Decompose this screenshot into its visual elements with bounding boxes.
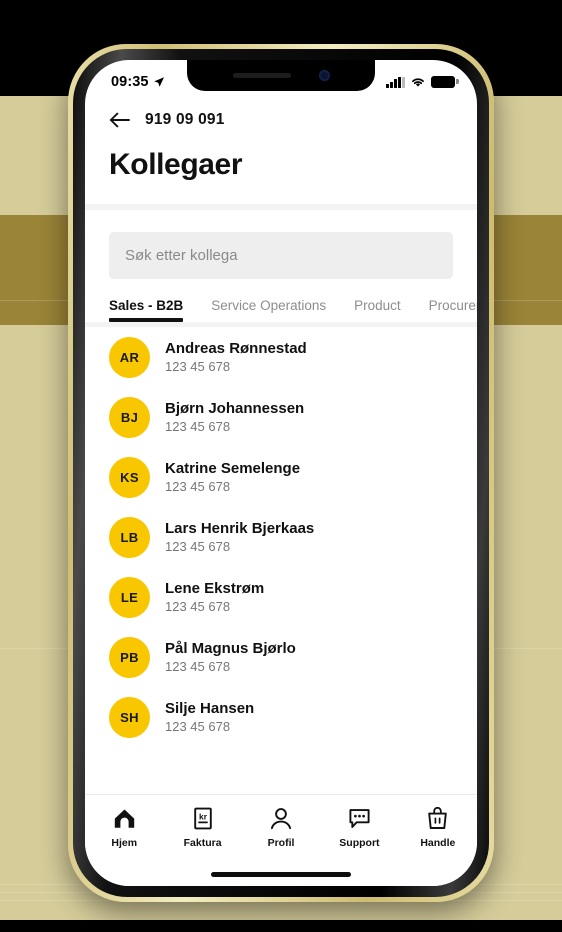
invoice-kr-icon: kr — [193, 807, 213, 830]
list-item-text: Katrine Semelenge 123 45 678 — [165, 460, 300, 494]
svg-text:kr: kr — [199, 811, 208, 821]
wifi-icon — [412, 78, 424, 87]
category-tabs[interactable]: Sales - B2B Service Operations Product P… — [85, 298, 477, 322]
colleague-name: Lene Ekstrøm — [165, 580, 265, 597]
nav-label: Profil — [267, 837, 295, 849]
avatar: KS — [109, 456, 150, 498]
shopping-basket-icon — [427, 807, 448, 830]
colleague-name: Lars Henrik Bjerkaas — [165, 520, 315, 537]
chat-bubble-icon — [348, 807, 371, 830]
nav-label: Faktura — [183, 837, 222, 849]
avatar: PB — [109, 636, 150, 678]
avatar: LB — [109, 516, 150, 558]
colleague-phone: 123 45 678 — [165, 659, 231, 674]
nav-item-hjem[interactable]: Hjem — [85, 807, 163, 849]
colleague-phone: 123 45 678 — [165, 359, 231, 374]
status-bar-time: 09:35 — [111, 74, 149, 90]
nav-item-support[interactable]: Support — [320, 807, 398, 849]
search-container — [85, 210, 477, 279]
backdrop-black-band-bottom — [0, 920, 562, 932]
battery-full-icon — [431, 76, 459, 88]
tab-procurement[interactable]: Procurement — [429, 298, 477, 322]
tab-service-operations[interactable]: Service Operations — [211, 298, 326, 322]
front-camera-icon — [318, 70, 330, 81]
home-indicator[interactable] — [211, 872, 351, 877]
cellular-signal-icon — [386, 76, 405, 88]
nav-label: Hjem — [111, 837, 138, 849]
avatar: SH — [109, 696, 150, 738]
colleague-phone: 123 45 678 — [165, 719, 231, 734]
list-item-text: Lars Henrik Bjerkaas 123 45 678 — [165, 520, 314, 554]
colleague-phone: 123 45 678 — [165, 419, 231, 434]
device-notch — [187, 60, 375, 91]
list-item[interactable]: SH Silje Hansen 123 45 678 — [109, 687, 453, 747]
tab-product[interactable]: Product — [354, 298, 401, 322]
home-icon — [113, 807, 136, 830]
list-item[interactable]: LB Lars Henrik Bjerkaas 123 45 678 — [109, 507, 453, 567]
nav-item-profil[interactable]: Profil — [242, 807, 320, 849]
phone-device-frame: 09:35 919 09 091 Kollegaer Søk etter kol… — [68, 44, 494, 902]
search-input[interactable] — [109, 232, 453, 279]
back-arrow-icon[interactable] — [109, 112, 131, 128]
list-item-text: Pål Magnus Bjørlo 123 45 678 — [165, 640, 296, 674]
list-item[interactable]: KS Katrine Semelenge 123 45 678 — [109, 447, 453, 507]
tab-sales-b2b[interactable]: Sales - B2B — [109, 298, 184, 322]
colleague-list: AR Andreas Rønnestad 123 45 678 BJ Bjørn… — [85, 327, 477, 747]
list-item-text: Lene Ekstrøm 123 45 678 — [165, 580, 264, 614]
colleague-name: Andreas Rønnestad — [165, 340, 307, 357]
list-item-text: Andreas Rønnestad 123 45 678 — [165, 340, 307, 374]
list-item[interactable]: PB Pål Magnus Bjørlo 123 45 678 — [109, 627, 453, 687]
phone-screen: 09:35 919 09 091 Kollegaer Søk etter kol… — [85, 60, 477, 886]
avatar: BJ — [109, 396, 150, 438]
nav-label: Support — [339, 837, 380, 849]
colleague-phone: 123 45 678 — [165, 539, 231, 554]
nav-item-handle[interactable]: Handle — [399, 807, 477, 849]
backdrop: 09:35 919 09 091 Kollegaer Søk etter kol… — [0, 0, 562, 932]
avatar: LE — [109, 576, 150, 618]
list-item[interactable]: AR Andreas Rønnestad 123 45 678 — [109, 327, 453, 387]
location-arrow-icon — [153, 77, 164, 87]
list-item-text: Bjørn Johannessen 123 45 678 — [165, 400, 304, 434]
nav-item-faktura[interactable]: kr Faktura — [163, 807, 241, 849]
list-item[interactable]: BJ Bjørn Johannessen 123 45 678 — [109, 387, 453, 447]
colleague-phone: 123 45 678 — [165, 479, 231, 494]
colleague-name: Katrine Semelenge — [165, 460, 301, 477]
avatar: AR — [109, 336, 150, 378]
colleague-name: Silje Hansen — [165, 700, 255, 717]
colleague-name: Bjørn Johannessen — [165, 400, 305, 417]
earpiece-speaker-icon — [232, 73, 291, 78]
list-item-text: Silje Hansen 123 45 678 — [165, 700, 254, 734]
nav-title: 919 09 091 — [145, 111, 225, 128]
colleague-phone: 123 45 678 — [165, 599, 231, 614]
page-title: Kollegaer — [109, 148, 243, 181]
colleague-name: Pål Magnus Bjørlo — [165, 640, 296, 657]
category-tabs-container: Sales - B2B Service Operations Product P… — [85, 298, 477, 327]
person-icon — [270, 807, 292, 830]
tabs-divider — [85, 322, 477, 327]
nav-label: Handle — [420, 837, 456, 849]
phone-bezel: 09:35 919 09 091 Kollegaer Søk etter kol… — [73, 49, 489, 897]
nav-row: 919 09 091 — [109, 106, 453, 134]
status-bar-time-group: 09:35 — [111, 74, 165, 90]
status-bar-indicators — [386, 76, 459, 88]
list-item[interactable]: LE Lene Ekstrøm 123 45 678 — [109, 567, 453, 627]
